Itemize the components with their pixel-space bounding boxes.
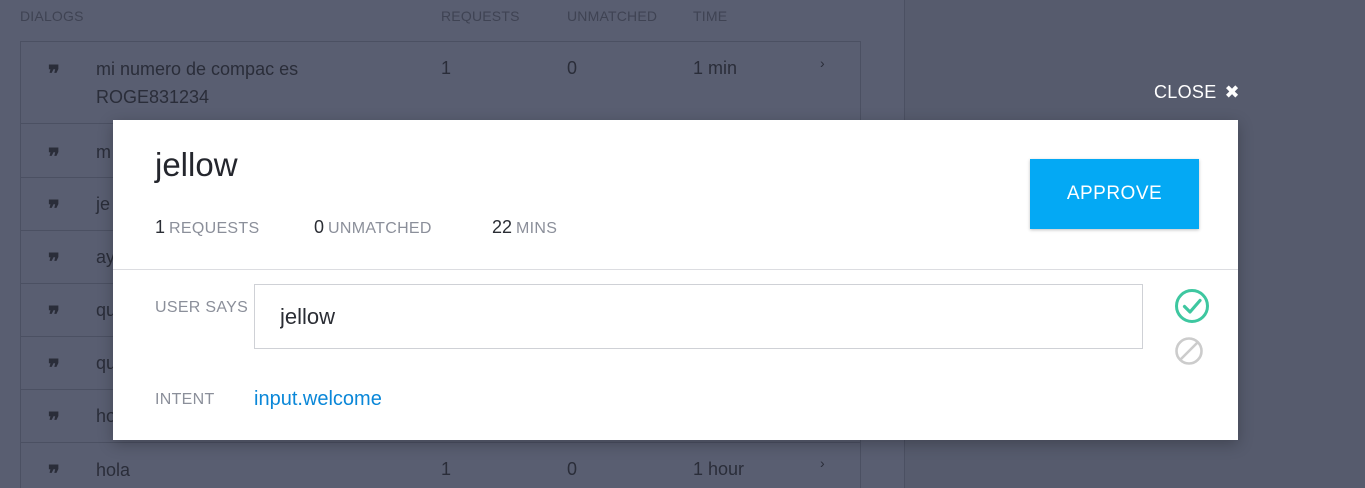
divider — [113, 269, 1238, 270]
table-row[interactable]: ❞ mi numero de compac es ROGE831234 1 0 1… — [20, 41, 861, 124]
chevron-right-icon[interactable]: › — [820, 455, 825, 471]
dialog-text: hola — [96, 460, 131, 480]
close-icon[interactable]: ✖ — [1225, 83, 1240, 101]
approve-button[interactable]: APPROVE — [1030, 159, 1199, 229]
requests-count: 1 — [441, 459, 452, 479]
column-header-time: TIME — [693, 8, 728, 24]
dialog-time: 1 min — [693, 58, 738, 78]
user-says-input[interactable] — [254, 284, 1143, 349]
quote-icon: ❞ — [48, 408, 60, 434]
stat-requests: 1 REQUESTS — [155, 217, 259, 238]
quote-icon: ❞ — [48, 249, 60, 275]
column-header-requests: REQUESTS — [441, 8, 520, 24]
quote-icon: ❞ — [48, 61, 60, 87]
quote-icon: ❞ — [48, 461, 60, 487]
stat-value: 22 — [492, 217, 513, 237]
column-header-unmatched: UNMATCHED — [567, 8, 658, 24]
dialog-time: 1 hour — [693, 459, 745, 479]
dialog-text: m — [96, 142, 111, 162]
check-circle-icon[interactable] — [1174, 288, 1210, 324]
unmatched-count: 0 — [567, 459, 578, 479]
table-row[interactable]: ❞ hola 1 0 1 hour › — [20, 443, 861, 488]
quote-icon: ❞ — [48, 196, 60, 222]
dialog-text: je — [96, 194, 111, 214]
page: DIALOGS REQUESTS UNMATCHED TIME ❞ mi num… — [0, 0, 1365, 488]
intent-label: INTENT — [155, 391, 215, 408]
dialog-text: mi numero de compac es ROGE831234 — [96, 59, 299, 107]
stat-unit: REQUESTS — [169, 220, 260, 237]
requests-count: 1 — [441, 58, 452, 78]
column-header-dialogs: DIALOGS — [20, 8, 84, 24]
chevron-right-icon[interactable]: › — [820, 55, 825, 71]
close-button[interactable]: CLOSE ✖ — [1154, 80, 1240, 104]
quote-icon: ❞ — [48, 302, 60, 328]
intent-link[interactable]: input.welcome — [254, 388, 382, 411]
stat-time: 22 MINS — [492, 217, 557, 238]
stat-unit: MINS — [516, 220, 558, 237]
dialog-review-modal: jellow 1 REQUESTS 0 UNMATCHED 22 MINS APPRO… — [113, 120, 1238, 440]
quote-icon: ❞ — [48, 355, 60, 381]
stat-unmatched: 0 UNMATCHED — [314, 217, 432, 238]
modal-title: jellow — [155, 146, 238, 183]
unmatched-count: 0 — [567, 58, 578, 78]
stat-value: 1 — [155, 217, 166, 237]
close-label: CLOSE — [1154, 81, 1217, 102]
stat-value: 0 — [314, 217, 325, 237]
stat-unit: UNMATCHED — [328, 220, 432, 237]
block-icon[interactable] — [1174, 336, 1204, 366]
user-says-label: USER SAYS — [155, 299, 249, 316]
quote-icon: ❞ — [48, 144, 60, 170]
